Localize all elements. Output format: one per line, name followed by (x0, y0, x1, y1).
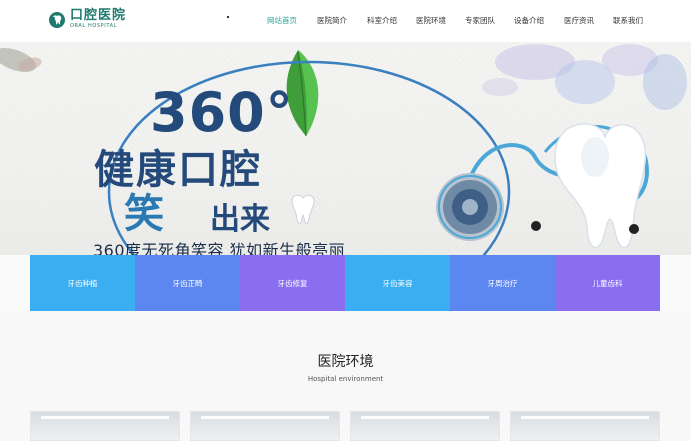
service-category-bar: 牙齿种植 牙齿正畸 牙齿修复 牙齿美容 牙周治疗 儿童齿科 (30, 255, 660, 311)
nav-experts[interactable]: 专家团队 (465, 16, 495, 26)
stethoscope-tooth-icon (436, 123, 649, 249)
environment-photo[interactable] (350, 411, 500, 441)
hero-banner[interactable]: 360° 健康口腔 笑 出来 360度无死角笑容 犹如新生般亮丽 (0, 42, 691, 255)
headline-360: 360° (150, 81, 294, 144)
watercolor-flower-icon (0, 47, 42, 73)
nav-environment[interactable]: 医院环境 (416, 16, 446, 26)
nav-news[interactable]: 医疗资讯 (564, 16, 594, 26)
main-nav: 网站首页 医院简介 科室介绍 医院环境 专家团队 设备介绍 医疗资讯 联系我们 (0, 16, 691, 28)
banner-subline: 360度无死角笑容 犹如新生般亮丽 (93, 241, 346, 256)
nav-home[interactable]: 网站首页 (267, 16, 297, 26)
nav-contact[interactable]: 联系我们 (613, 16, 643, 26)
category-pediatric[interactable]: 儿童齿科 (555, 255, 660, 311)
environment-photo[interactable] (510, 411, 660, 441)
site-header: 口腔医院 ORAL HOSPITAL 网站首页 医院简介 科室介绍 医院环境 专… (0, 0, 691, 42)
nav-equipment[interactable]: 设备介绍 (514, 16, 544, 26)
small-tooth-icon (291, 194, 315, 224)
section-subtitle: Hospital environment (307, 375, 384, 383)
category-orthodontics[interactable]: 牙齿正畸 (135, 255, 240, 311)
category-restoration[interactable]: 牙齿修复 (240, 255, 345, 311)
headline-line2-out: 出来 (210, 202, 270, 237)
environment-section: 医院环境 Hospital environment (0, 311, 691, 441)
section-title: 医院环境 (317, 354, 374, 370)
headline-line2-smile: 笑 (124, 191, 165, 237)
category-implant[interactable]: 牙齿种植 (30, 255, 135, 311)
category-cosmetic[interactable]: 牙齿美容 (345, 255, 450, 311)
nav-departments[interactable]: 科室介绍 (367, 16, 397, 26)
nav-about[interactable]: 医院简介 (317, 16, 347, 26)
environment-photo[interactable] (190, 411, 340, 441)
environment-photo[interactable] (30, 411, 180, 441)
category-periodontal[interactable]: 牙周治疗 (450, 255, 555, 311)
headline-line1: 健康口腔 (94, 147, 262, 193)
